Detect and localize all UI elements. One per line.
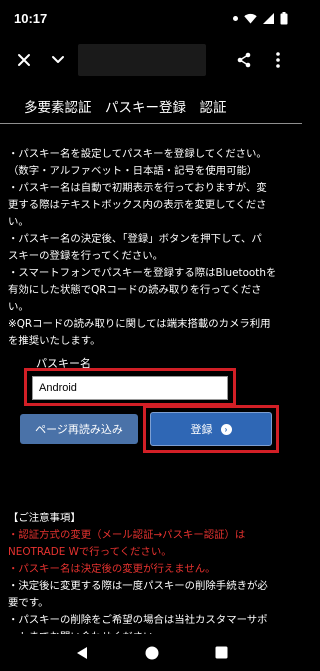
- instruction-line: 更する際はテキストボックス内の表示を変更してくださ: [8, 199, 267, 211]
- more-vertical-icon: [276, 52, 280, 68]
- wifi-icon: [244, 13, 257, 23]
- status-time: 10:17: [14, 10, 48, 26]
- instruction-line: を推奨いたします。: [8, 335, 101, 347]
- url-bar[interactable]: [78, 44, 206, 76]
- page-reload-button[interactable]: ページ再読み込み: [20, 414, 138, 444]
- back-icon[interactable]: [75, 646, 89, 660]
- status-icons: [233, 11, 288, 25]
- register-button[interactable]: 登録 ›: [150, 412, 272, 446]
- instruction-line: ・パスキー名の決定後、「登録」ボタンを押下して、パ: [8, 233, 262, 245]
- notification-dot-icon: [233, 15, 238, 21]
- instruction-line: ※QRコードの読み取りに関しては端末搭載のカメラ利用: [8, 318, 271, 330]
- note-line: ・パスキーの削除をご希望の場合は当社カスタマーサポ: [8, 614, 268, 626]
- note-line: ・認証方式の変更（メール認証→パスキー認証）は: [8, 529, 246, 541]
- battery-icon: [280, 11, 288, 24]
- register-button-label: 登録: [190, 424, 213, 436]
- instruction-line: スキーの登録を行ってください。: [8, 250, 164, 262]
- signal-icon: [263, 12, 274, 24]
- page-title: 多要素認証 パスキー登録 認証: [0, 88, 302, 124]
- instruction-line: 有効にした状態でQRコードの読み取りを行ってくださ: [8, 284, 262, 296]
- close-button[interactable]: [10, 46, 38, 74]
- instruction-line: ・パスキー名は自動で初期表示を行っておりますが、変: [8, 182, 267, 194]
- note-line: 要です。: [8, 597, 49, 609]
- instruction-line: い。: [8, 301, 29, 313]
- instruction-line: （数字・アルファベット・日本語・記号を使用可能）: [8, 165, 258, 177]
- note-line: ・決定後に変更する際は一度パスキーの削除手続きが必: [8, 580, 268, 592]
- browser-toolbar: [0, 36, 302, 84]
- close-icon: [18, 54, 30, 66]
- notes-section: 【ご注意事項】 ・認証方式の変更（メール認証→パスキー認証）は NEOTRADE…: [8, 510, 298, 646]
- instruction-line: ・パスキー名を設定してパスキーを登録してください。: [8, 148, 267, 160]
- notes-heading: 【ご注意事項】: [8, 512, 81, 524]
- share-icon: [237, 52, 251, 68]
- chevron-right-circle-icon: ›: [220, 423, 232, 435]
- more-options-button[interactable]: [264, 46, 292, 74]
- passkey-name-input[interactable]: [32, 376, 228, 400]
- reload-button-label: ページ再読み込み: [35, 424, 123, 436]
- instruction-line: い。: [8, 216, 29, 228]
- note-line: ・パスキー名は決定後の変更が行えません。: [8, 563, 216, 575]
- instruction-line: ・スマートフォンでパスキーを登録する際はBluetoothを: [8, 267, 277, 279]
- instructions: ・パスキー名を設定してパスキーを登録してください。 （数字・アルファベット・日本…: [8, 146, 298, 350]
- share-button[interactable]: [230, 46, 258, 74]
- recents-icon[interactable]: [215, 646, 228, 659]
- system-nav-bar: [0, 634, 302, 671]
- chevron-down-icon: [52, 56, 64, 63]
- home-icon[interactable]: [145, 646, 159, 660]
- toolbar-actions: [230, 46, 292, 74]
- expand-button[interactable]: [44, 46, 72, 74]
- note-line: NEOTRADE Wで行ってください。: [8, 546, 172, 558]
- status-bar: 10:17: [0, 0, 302, 36]
